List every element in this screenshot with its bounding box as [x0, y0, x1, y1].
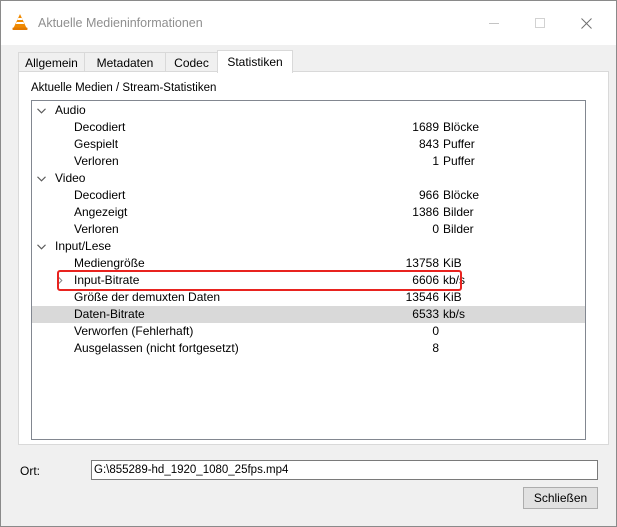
- section-label: Aktuelle Medien / Stream-Statistiken: [31, 82, 217, 94]
- tree-item-label: Verworfen (Fehlerhaft): [74, 324, 194, 338]
- tree-item-row[interactable]: Decodiert 1689 Blöcke: [32, 119, 585, 136]
- tree-item-label: Größe der demuxten Daten: [74, 290, 221, 304]
- tree-item-label: Verloren: [74, 154, 119, 168]
- tree-item-value: 13546: [405, 290, 439, 304]
- tree-item-label: Video: [55, 171, 86, 185]
- tree-item-row[interactable]: Verworfen (Fehlerhaft) 0: [32, 323, 585, 340]
- maximize-icon: [535, 18, 545, 28]
- vlc-cone-icon: [12, 14, 28, 30]
- tree-item-unit: Blöcke: [443, 188, 480, 202]
- tree-item-row[interactable]: Angezeigt 1386 Bilder: [32, 204, 585, 221]
- tree-item-label: Audio: [55, 103, 86, 117]
- tree-item-value: 0: [432, 222, 439, 236]
- tab-codec[interactable]: Codec: [165, 52, 218, 72]
- tree-item-label: Verloren: [74, 222, 119, 236]
- tree-item-label: Decodiert: [74, 188, 126, 202]
- tree-item-unit: Bilder: [443, 222, 474, 236]
- tree-item-unit: Puffer: [443, 154, 475, 168]
- chevron-right-icon[interactable]: [55, 272, 65, 289]
- chevron-down-icon[interactable]: [36, 238, 46, 255]
- tree-item-value: 966: [418, 188, 439, 202]
- tree-item-unit: KiB: [443, 290, 462, 304]
- tree-item-label: Ausgelassen (nicht fortgesetzt): [74, 341, 239, 355]
- tree-group-row[interactable]: Audio: [32, 102, 585, 119]
- tree-item-value: 6606: [412, 273, 439, 287]
- tree-item-row[interactable]: Gespielt 843 Puffer: [32, 136, 585, 153]
- close-button[interactable]: Schließen: [523, 487, 598, 509]
- tree-item-unit: Puffer: [443, 137, 475, 151]
- close-window-button[interactable]: [563, 1, 609, 45]
- tree-item-row[interactable]: Verloren 0 Bilder: [32, 221, 585, 238]
- tree-item-label: Decodiert: [74, 120, 126, 134]
- tree-item-unit: kb/s: [443, 273, 466, 287]
- media-info-window: Aktuelle Medieninformationen Allgemein M…: [0, 0, 617, 527]
- tree-item-label: Gespielt: [74, 137, 119, 151]
- minimize-button[interactable]: [471, 1, 517, 45]
- maximize-button[interactable]: [517, 1, 563, 45]
- tree-item-value: 1689: [412, 120, 439, 134]
- tree-item-label: Input-Bitrate: [74, 273, 140, 287]
- location-label: Ort:: [20, 464, 40, 478]
- title-bar: Aktuelle Medieninformationen: [1, 1, 616, 45]
- tree-item-unit: Bilder: [443, 205, 474, 219]
- tree-item-value: 8: [432, 341, 439, 355]
- tree-item-row[interactable]: Decodiert 966 Blöcke: [32, 187, 585, 204]
- statistics-tree[interactable]: Audio Decodiert 1689 Blöcke Gespielt 843 Puffe…: [31, 100, 586, 440]
- tree-item-label: Input/Lese: [55, 239, 112, 253]
- tree-item-label: Daten-Bitrate: [74, 307, 145, 321]
- chevron-down-icon[interactable]: [36, 102, 46, 119]
- window-title: Aktuelle Medieninformationen: [38, 16, 203, 30]
- statistics-panel: Aktuelle Medien / Stream-Statistiken Aud…: [18, 71, 609, 445]
- tree-item-value: 13758: [405, 256, 439, 270]
- tree-item-label: Mediengröße: [74, 256, 145, 270]
- tree-item-unit: KiB: [443, 256, 462, 270]
- tab-statistiken[interactable]: Statistiken: [217, 50, 293, 73]
- tree-item-value: 1: [432, 154, 439, 168]
- tree-item-row[interactable]: Daten-Bitrate 6533 kb/s: [32, 306, 585, 323]
- tree-item-row[interactable]: Verloren 1 Puffer: [32, 153, 585, 170]
- location-field[interactable]: G:\855289-hd_1920_1080_25fps.mp4: [91, 460, 598, 480]
- chevron-down-icon[interactable]: [36, 170, 46, 187]
- tree-item-row[interactable]: Input-Bitrate 6606 kb/s: [32, 272, 585, 289]
- tree-item-unit: kb/s: [443, 307, 466, 321]
- tree-item-row[interactable]: Mediengröße 13758 KiB: [32, 255, 585, 272]
- tree-group-row[interactable]: Input/Lese: [32, 238, 585, 255]
- tree-item-unit: Blöcke: [443, 120, 480, 134]
- tree-item-value: 1386: [412, 205, 439, 219]
- tree-item-value: 0: [432, 324, 439, 338]
- tab-metadaten[interactable]: Metadaten: [84, 52, 166, 72]
- tree-item-row[interactable]: Größe der demuxten Daten 13546 KiB: [32, 289, 585, 306]
- tree-item-value: 843: [418, 137, 439, 151]
- tab-allgemein[interactable]: Allgemein: [18, 52, 85, 72]
- tree-item-label: Angezeigt: [74, 205, 128, 219]
- tree-item-row[interactable]: Ausgelassen (nicht fortgesetzt) 8: [32, 340, 585, 357]
- tree-group-row[interactable]: Video: [32, 170, 585, 187]
- close-icon: [580, 17, 592, 29]
- tree-item-value: 6533: [412, 307, 439, 321]
- minimize-icon: [489, 22, 499, 24]
